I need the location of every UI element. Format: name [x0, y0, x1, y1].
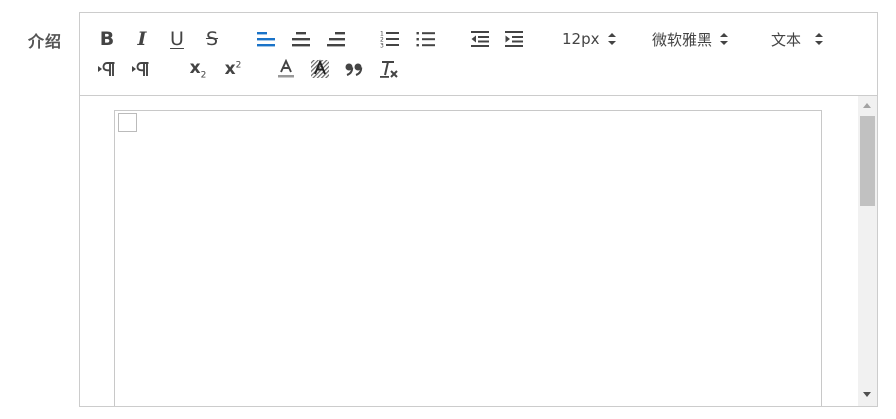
field-label: 介绍: [28, 32, 63, 51]
indent-icon: [505, 31, 523, 47]
paragraph-format-value: 文本: [771, 30, 802, 49]
font-family-picker[interactable]: 微软雅黑: [652, 27, 729, 51]
strikethrough-icon: S: [205, 28, 219, 50]
superscript-button[interactable]: x2: [220, 57, 246, 81]
editor-document[interactable]: [114, 110, 822, 406]
subscript-icon: x2: [189, 57, 207, 81]
editor-content-area: [80, 96, 877, 406]
align-left-icon: [257, 32, 275, 47]
indent-button[interactable]: [502, 27, 526, 51]
underline-icon: U: [170, 28, 184, 50]
font-family-value: 微软雅黑: [652, 30, 713, 49]
vertical-scrollbar[interactable]: [858, 96, 877, 406]
font-color-icon: [278, 59, 294, 78]
bold-icon: B: [99, 28, 115, 50]
align-center-icon: [292, 32, 310, 47]
scroll-thumb[interactable]: [860, 116, 875, 206]
font-size-picker[interactable]: 12px: [562, 27, 616, 51]
ordered-list-icon: 1 2 3: [380, 31, 399, 49]
chevron-updown-icon: [607, 33, 616, 45]
highlight-icon: [311, 59, 329, 78]
outdent-button[interactable]: [468, 27, 492, 51]
font-color-button[interactable]: [274, 57, 298, 81]
clear-format-icon: [380, 61, 398, 78]
bullet-list-button[interactable]: [414, 27, 438, 51]
italic-button[interactable]: I: [131, 27, 153, 51]
underline-button[interactable]: U: [166, 27, 188, 51]
italic-icon: I: [137, 28, 147, 50]
scroll-up-icon[interactable]: [863, 103, 871, 108]
align-right-icon: [327, 32, 345, 47]
chevron-updown-icon: [815, 33, 824, 45]
blockquote-button[interactable]: [342, 57, 366, 81]
superscript-icon: x2: [224, 59, 242, 79]
clear-format-button[interactable]: [377, 57, 401, 81]
outdent-icon: [471, 31, 489, 47]
align-right-button[interactable]: [324, 27, 348, 51]
strikethrough-button[interactable]: S: [201, 27, 223, 51]
ordered-list-button[interactable]: 1 2 3: [378, 27, 402, 51]
svg-text:3: 3: [380, 43, 384, 49]
rich-text-editor: B I U S 1 2 3 12px 微软雅黑 文本 x2 x2: [79, 12, 878, 407]
chevron-updown-icon: [720, 33, 729, 45]
font-size-value: 12px: [562, 30, 600, 48]
rtl-direction-button[interactable]: [130, 57, 154, 81]
subscript-button[interactable]: x2: [185, 57, 211, 81]
bullet-list-icon: [416, 32, 435, 47]
rtl-direction-icon: [132, 62, 149, 76]
ltr-direction-icon: [98, 62, 115, 76]
highlight-button[interactable]: [308, 57, 332, 81]
content-checkbox[interactable]: [118, 113, 137, 132]
editor-toolbar: B I U S 1 2 3 12px 微软雅黑 文本 x2 x2: [80, 13, 877, 96]
ltr-direction-button[interactable]: [96, 57, 120, 81]
paragraph-format-picker[interactable]: 文本: [771, 27, 824, 51]
align-left-button[interactable]: [254, 27, 278, 51]
blockquote-icon: [345, 63, 363, 76]
bold-button[interactable]: B: [96, 27, 118, 51]
scroll-down-icon[interactable]: [863, 392, 871, 397]
align-center-button[interactable]: [289, 27, 313, 51]
